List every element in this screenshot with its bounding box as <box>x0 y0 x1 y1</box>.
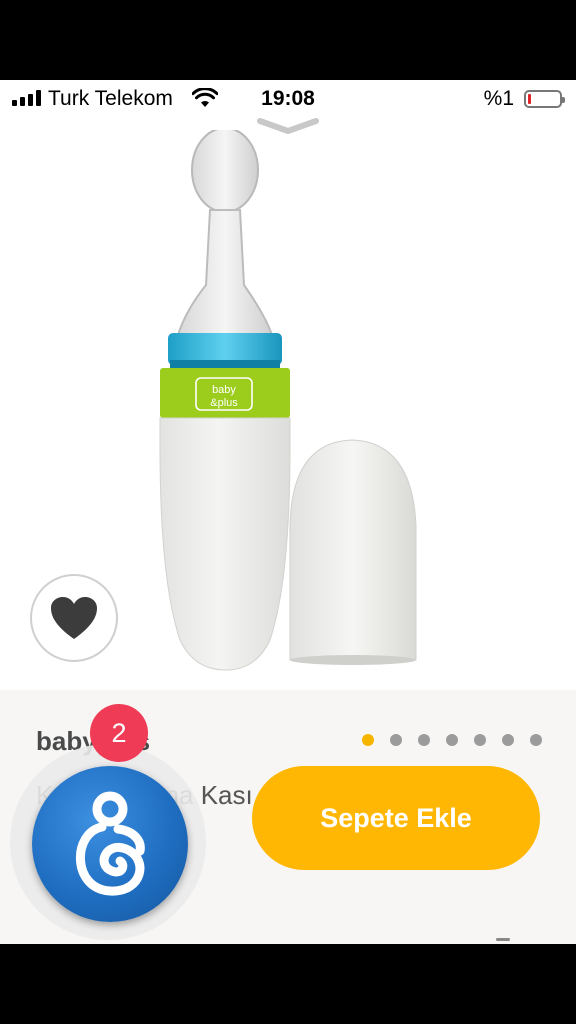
pager-dot[interactable] <box>418 734 430 746</box>
scroll-indicator <box>496 938 510 941</box>
battery-icon <box>524 90 565 108</box>
favorite-button[interactable] <box>30 574 118 662</box>
pager-dot[interactable] <box>362 734 374 746</box>
pager-dot[interactable] <box>530 734 542 746</box>
status-bar: Turk Telekom 19:08 %1 <box>0 80 576 120</box>
pager-dot[interactable] <box>446 734 458 746</box>
spoon-head <box>191 130 259 213</box>
store-logo-button[interactable] <box>32 766 188 922</box>
mother-baby-logo-icon <box>76 791 145 896</box>
pager-dot[interactable] <box>390 734 402 746</box>
spoon-neck <box>176 209 274 336</box>
app-screen: Turk Telekom 19:08 %1 baby &plus Kası Se… <box>0 80 576 944</box>
svg-text:&plus: &plus <box>210 397 238 409</box>
cart-count-badge: 2 <box>90 704 148 762</box>
bottle-cap <box>289 439 417 661</box>
bottle-logo-text: baby <box>212 384 236 396</box>
add-to-cart-button[interactable]: Sepete Ekle <box>252 766 540 870</box>
pager-dot[interactable] <box>502 734 514 746</box>
heart-icon <box>51 597 97 639</box>
image-pager[interactable] <box>362 734 542 746</box>
bottle-body <box>159 417 291 671</box>
battery-level <box>528 94 531 104</box>
battery-percent: %1 <box>483 87 514 110</box>
pager-dot[interactable] <box>474 734 486 746</box>
